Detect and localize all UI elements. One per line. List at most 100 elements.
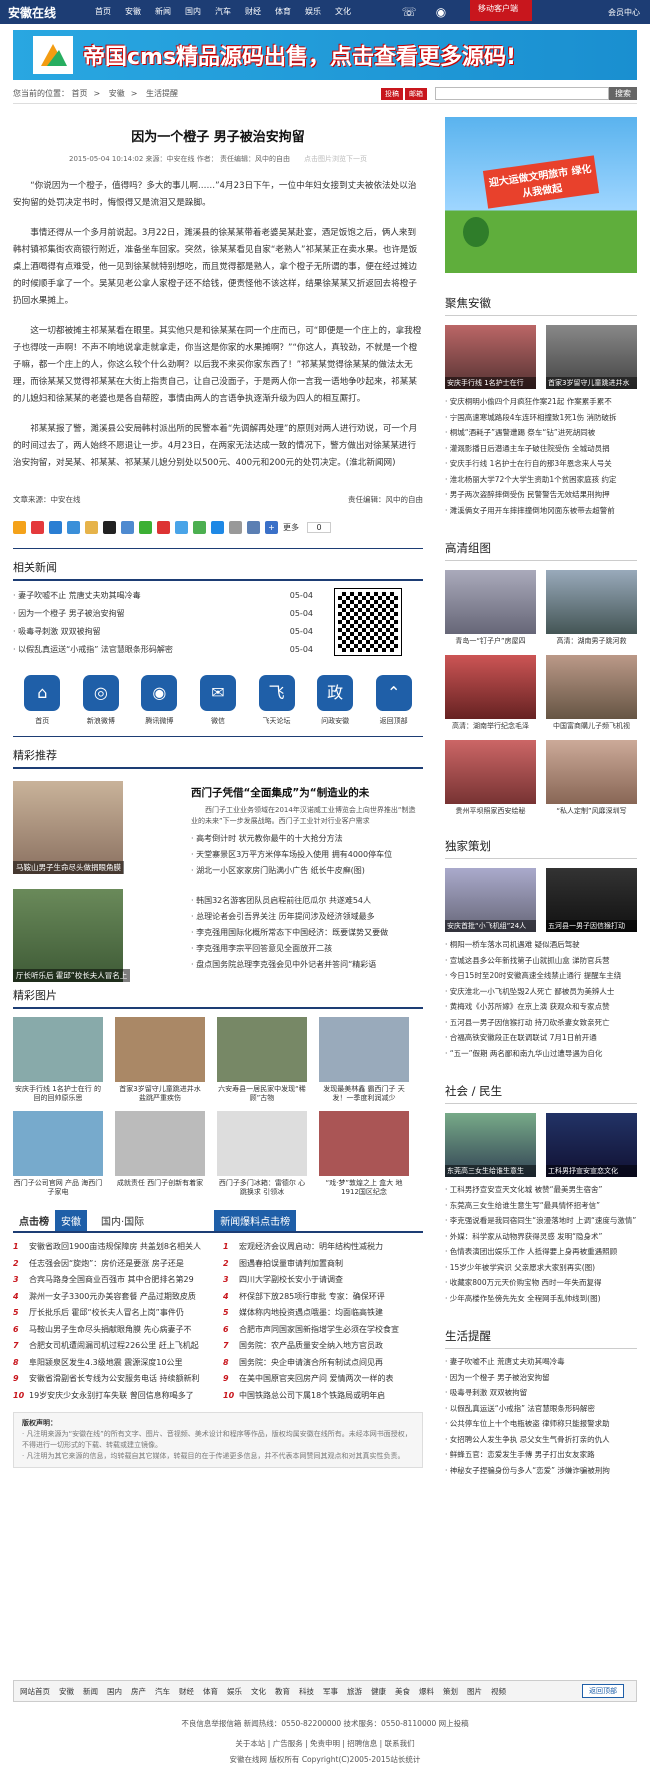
sidebar-pic[interactable]: 高清：湖南举行纪念毛泽: [445, 655, 536, 731]
sidebar-pic-caption[interactable]: 贵州平坝照家西安绘秘: [445, 806, 536, 816]
app-shortcut[interactable]: 政问政安徽: [315, 675, 355, 726]
footer-nav-item[interactable]: 军事: [323, 1686, 338, 1697]
app-shortcut-icon[interactable]: ◉: [141, 675, 178, 711]
app-shortcut[interactable]: ◉ 腾讯微博: [139, 675, 179, 726]
sidebar-pic[interactable]: 安庆手行线 1名护士在行: [445, 325, 536, 389]
gallery-item[interactable]: 成就责任 西门子创新有着家: [115, 1111, 205, 1197]
sidebar-list-item[interactable]: 以假乱真运送“小戒指” 法官慧眼条形码解密: [445, 1401, 637, 1417]
app-shortcut-icon[interactable]: ⌂: [24, 675, 61, 711]
sidebar-list-item[interactable]: 收藏家800万元天价购宝物 西时一年失而复得: [445, 1275, 637, 1291]
tieba-share-icon[interactable]: [175, 521, 188, 534]
sidebar-pic-image[interactable]: [546, 740, 637, 804]
rank-item[interactable]: 1 安徽省政回1900亩违规保障房 共盖划8名相关人: [13, 1239, 213, 1256]
rank-item[interactable]: 4 杯保部下放285项行审批 专家：确保环评: [223, 1289, 423, 1306]
qq-share-icon[interactable]: [103, 521, 116, 534]
sidebar-list-item[interactable]: 妻子吹嘘不止 荒唐丈夫劝其喝冷毒: [445, 1354, 637, 1370]
sidebar-list-item[interactable]: 安庆淮北一小飞机坠毁2人死亡 鄙被员为美辨人士: [445, 984, 637, 1000]
back-to-top-button[interactable]: 返回顶部: [582, 1684, 624, 1698]
sidebar-list-item[interactable]: 外媒：科学家从动物界获得灵感 发明“隐身术”: [445, 1229, 637, 1245]
footer-nav-item[interactable]: 教育: [275, 1686, 290, 1697]
sidebar-pic-image[interactable]: [445, 740, 536, 804]
rank-item-title[interactable]: 国务院：央企申请演合所有制试点间见再: [239, 1358, 383, 1367]
more-share-icon[interactable]: +: [265, 521, 278, 534]
sidebar-list-item[interactable]: 吸毒寻刺激 双双被拘留: [445, 1385, 637, 1401]
rank-item-title[interactable]: 合肥女司机遭闹漏司机过程226公里 赶上飞机起: [29, 1341, 199, 1350]
sidebar-list-item[interactable]: 濉溪俩女子用开车摔摔撞倒地冈面东被带去超警前: [445, 503, 637, 519]
site-logo[interactable]: 安徽在线: [8, 4, 56, 21]
nav-item[interactable]: 新闻: [155, 6, 171, 17]
rank-item-title[interactable]: 图遇春拍误量审请判加置商制: [239, 1259, 343, 1268]
rank-item[interactable]: 8 国务院：央企申请演合所有制试点间见再: [223, 1355, 423, 1372]
pick-list-item[interactable]: 天堂寨景区3万平方米停车场投入使用 拥有4000停车位: [191, 847, 423, 863]
gallery-image[interactable]: [115, 1111, 205, 1176]
rank-item[interactable]: 4 滁州一女子3300元办美容套餐 产品过期致皮质: [13, 1289, 213, 1306]
rank-item[interactable]: 1 宏观经济会议周启动：明年结构性减税力: [223, 1239, 423, 1256]
sidebar-pic-image[interactable]: [546, 655, 637, 719]
related-news-title[interactable]: 以假乱真运送“小戒指” 法官慧眼条形码解密: [13, 641, 173, 659]
gallery-caption[interactable]: 六安寿县一居民家中发现“稀顾”古物: [217, 1085, 307, 1103]
sidebar-pic[interactable]: 东莞高三女生给谁生意生: [445, 1113, 536, 1177]
related-news-title[interactable]: 妻子吹嘘不止 荒唐丈夫劝其喝冷毒: [13, 587, 141, 605]
footer-nav-item[interactable]: 汽车: [155, 1686, 170, 1697]
sidebar-pic[interactable]: 中国富商購儿子频飞机视: [546, 655, 637, 731]
sidebar-list-item[interactable]: 15岁少年被学宾识 父亲愿求大家别再实(图): [445, 1260, 637, 1276]
email-share-icon[interactable]: [121, 521, 134, 534]
rank-item-title[interactable]: 厅长批乐后 霍邱“校长夫人冒名上岗”事件仍: [29, 1308, 184, 1317]
gallery-caption[interactable]: 首家3岁留守儿童跳进井水 盐跳严重疾伤: [115, 1085, 205, 1103]
member-center-link[interactable]: 会员中心: [608, 7, 640, 18]
nav-item[interactable]: 汽车: [215, 6, 231, 17]
pick-headline[interactable]: 西门子凭借“全面集成”为“制造业的未: [191, 785, 369, 800]
breadcrumb-home[interactable]: 首页: [72, 89, 88, 98]
pick-list-item[interactable]: 总理论者会引吾界关注 历年提问涉及经济领域最多: [191, 909, 423, 925]
footer-nav-item[interactable]: 娱乐: [227, 1686, 242, 1697]
sidebar-list-item[interactable]: 神秘女子捏骗身份与多人“恋爱” 涉嫌诈骗被刑拘: [445, 1463, 637, 1479]
app-shortcut-icon[interactable]: 政: [317, 675, 354, 711]
footer-nav-item[interactable]: 健康: [371, 1686, 386, 1697]
sidebar-pic[interactable]: “私人定制”风靡深圳写: [546, 740, 637, 816]
mobile-client-button[interactable]: 移动客户端: [470, 0, 532, 21]
rank-item[interactable]: 2 任志强会因“旋炮”：房价还是要涨 房子还是: [13, 1256, 213, 1273]
app-shortcut-icon[interactable]: ◎: [82, 675, 119, 711]
app-shortcut[interactable]: ◎ 新浪微博: [81, 675, 121, 726]
sidebar-pic[interactable]: 安庆首批“小飞机组”24人: [445, 868, 536, 932]
weibo-icon[interactable]: ◉: [432, 3, 450, 21]
rank-item[interactable]: 6 马鞍山男子生命尽头捐献眼角膜 先心病妻子不: [13, 1322, 213, 1339]
gallery-item[interactable]: “戏·梦”敦煌之上 盒大 地1912国区纪念: [319, 1111, 409, 1197]
sidebar-list-item[interactable]: 合福高铁安徽段正在联调联试 7月1日前开通: [445, 1030, 637, 1046]
nav-item[interactable]: 娱乐: [305, 6, 321, 17]
sidebar-pic-caption[interactable]: “私人定制”风靡深圳写: [546, 806, 637, 816]
clover-share-icon[interactable]: [193, 521, 206, 534]
breadcrumb-life[interactable]: 生活提醒: [146, 89, 178, 98]
nav-item[interactable]: 财经: [245, 6, 261, 17]
sidebar-list-item[interactable]: 东莞高三女生给谁生意生写“最具情怀招考信”: [445, 1198, 637, 1214]
sidebar-pic[interactable]: 贵州平坝照家西安绘秘: [445, 740, 536, 816]
sidebar-pic-image[interactable]: [445, 570, 536, 634]
sidebar-list-item[interactable]: 五河县一男子因信猴打动 持刀砍杀妻女致亲死亡: [445, 1015, 637, 1031]
footer-nav-item[interactable]: 房产: [131, 1686, 146, 1697]
sidebar-pic-caption[interactable]: 高清：湖南举行纪念毛泽: [445, 721, 536, 731]
footer-nav-item[interactable]: 策划: [443, 1686, 458, 1697]
footer-nav-item[interactable]: 图片: [467, 1686, 482, 1697]
rank-item-title[interactable]: 滁州一女子3300元办美容套餐 产品过期致皮质: [29, 1292, 196, 1301]
rank-item-title[interactable]: 马鞍山男子生命尽头捐献眼角膜 先心病妻子不: [29, 1325, 192, 1334]
rank-item[interactable]: 10 19岁安庆少女永别打车失联 曾回信息称喝多了: [13, 1388, 213, 1405]
sidebar-pic-image[interactable]: [445, 655, 536, 719]
gallery-caption[interactable]: 发现最美林鑫 霸西门子 天发！一季度利润减少: [319, 1085, 409, 1103]
rank-item[interactable]: 2 图遇春拍误量审请判加置商制: [223, 1256, 423, 1273]
app-shortcut-icon[interactable]: ⌃: [375, 675, 412, 711]
rank-item[interactable]: 8 阜阳颍泉区发生4.3级地震 震源深度10公里: [13, 1355, 213, 1372]
sidebar-pic-caption[interactable]: 安庆首批“小飞机组”24人: [445, 920, 536, 932]
sidebar-pic[interactable]: 青岛一“钉子户”房屋四: [445, 570, 536, 646]
search-input[interactable]: [435, 87, 609, 100]
sidebar-list-item[interactable]: 桐城“酒耗子”遇警遭踢 祭车“钻”进死胡同被: [445, 425, 637, 441]
search-button[interactable]: 搜索: [609, 87, 637, 100]
pick-list-item[interactable]: 湖北一小区家家房门贴满小广告 纸长牛皮癣(图): [191, 863, 423, 879]
sidebar-pic-caption[interactable]: 高清：湖南男子跳河救: [546, 636, 637, 646]
sidebar-pic-caption[interactable]: 工科男抒宣安宣恋文化: [546, 1165, 637, 1177]
gallery-image[interactable]: [319, 1111, 409, 1176]
related-news-title[interactable]: 因为一个橙子 男子被治安拘留: [13, 605, 125, 623]
gallery-item[interactable]: 西门子公司官网 产品 海西门子家电: [13, 1111, 103, 1197]
sidebar-list-item[interactable]: 桐阳一桥车落水司机遇难 疑似酒后驾驶: [445, 937, 637, 953]
pick-list-item[interactable]: 李克强用国际化概所常态下中国经济：既要谋势又要做: [191, 925, 423, 941]
rank-item-title[interactable]: 在美中国原官夹回房产问 爱情两次一样的表: [239, 1374, 394, 1383]
